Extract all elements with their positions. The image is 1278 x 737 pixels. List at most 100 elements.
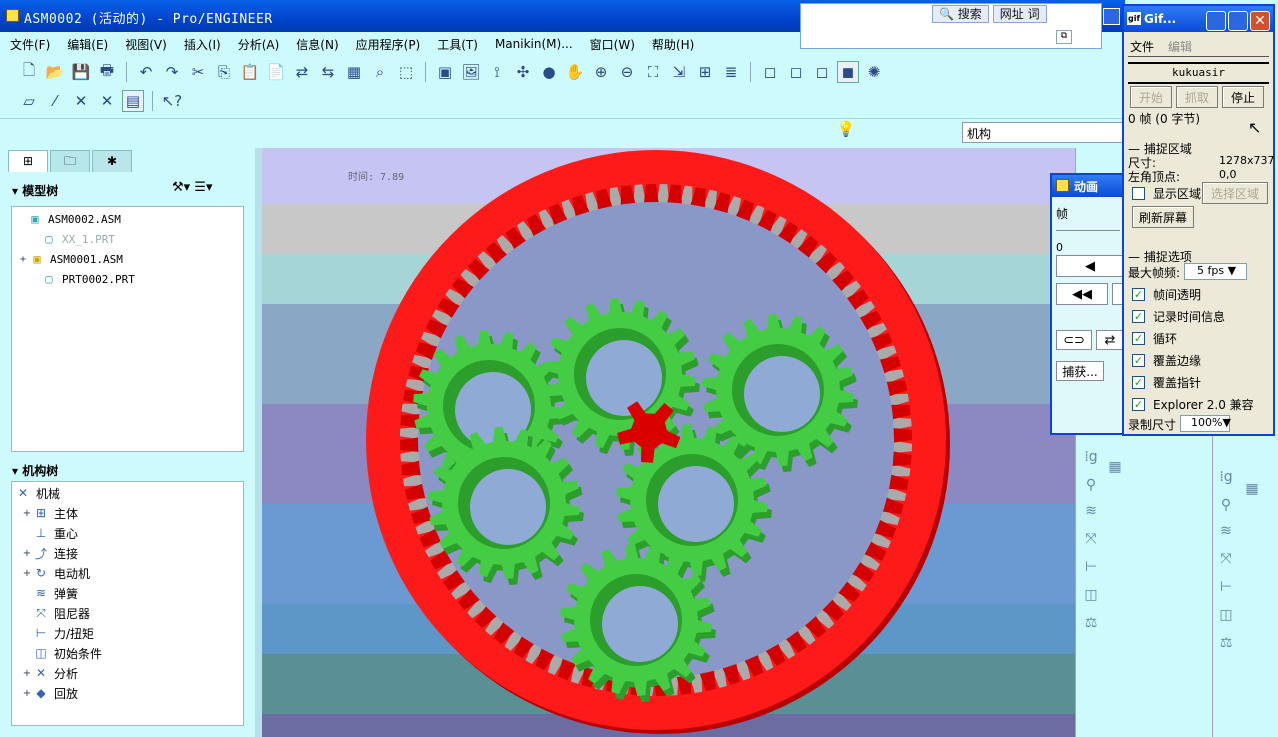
loop-button[interactable]: ⊂⊃ bbox=[1056, 330, 1092, 350]
capture-button[interactable]: 捕获... bbox=[1056, 361, 1104, 381]
print-icon[interactable]: 🖶 bbox=[96, 61, 118, 83]
spin-center-icon[interactable]: ✺ bbox=[863, 61, 885, 83]
maximize-button[interactable] bbox=[1228, 11, 1248, 31]
gif-menu-file[interactable]: 文件 bbox=[1130, 38, 1154, 55]
option-checkbox[interactable]: ✓ 记录时间信息 bbox=[1132, 308, 1225, 324]
select-area-button[interactable]: 选择区域 bbox=[1202, 182, 1268, 204]
grab-button[interactable]: 抓取 bbox=[1176, 86, 1218, 108]
select-box-icon[interactable]: ⬚ bbox=[395, 61, 417, 83]
tree-settings-icon[interactable]: ⚒▾ ☰▾ bbox=[172, 180, 213, 195]
sphere-icon[interactable]: ● bbox=[538, 61, 560, 83]
address-tab[interactable]: 网址 词 bbox=[992, 5, 1047, 23]
close-button[interactable]: ✕ bbox=[1250, 11, 1270, 31]
menu-item-4[interactable]: 分析(A) bbox=[238, 36, 280, 53]
mech-tree-item[interactable]: + ◆ 回放 bbox=[22, 683, 78, 703]
stop-button[interactable]: 停止 bbox=[1222, 86, 1264, 108]
force-icon[interactable]: ⊢ bbox=[1080, 556, 1102, 578]
refit-icon[interactable]: ⛶ bbox=[642, 61, 664, 83]
menu-item-10[interactable]: 帮助(H) bbox=[652, 36, 694, 53]
expand-toggle[interactable]: + bbox=[22, 548, 32, 559]
fast-rewind-button[interactable]: ◀◀ bbox=[1056, 283, 1108, 305]
menu-item-8[interactable]: Manikin(M)... bbox=[495, 37, 573, 51]
frame-slider[interactable] bbox=[1056, 225, 1120, 231]
spring-icon[interactable]: ≋ bbox=[1080, 500, 1102, 522]
zoom-out-icon[interactable]: ⊖ bbox=[616, 61, 638, 83]
grid-icon[interactable]: ▦ bbox=[1104, 456, 1126, 478]
cut-icon[interactable]: ✂ bbox=[187, 61, 209, 83]
new-file-icon[interactable]: 🗋 bbox=[18, 61, 40, 83]
model-tree-item[interactable]: ▣ ASM0002.ASM bbox=[16, 209, 120, 229]
max-fps-select[interactable]: 5 fps ▼ bbox=[1184, 263, 1247, 280]
gif-menu-edit[interactable]: 编辑 bbox=[1168, 38, 1192, 55]
lightbulb-icon[interactable]: 💡 bbox=[836, 120, 856, 144]
initial-condition-icon[interactable]: ◫ bbox=[1080, 584, 1102, 606]
menu-item-1[interactable]: 编辑(E) bbox=[67, 36, 108, 53]
open-folder-icon[interactable]: 📂 bbox=[44, 61, 66, 83]
menu-item-5[interactable]: 信息(N) bbox=[296, 36, 338, 53]
tab-model-tree[interactable]: ⊞ bbox=[8, 150, 48, 172]
model-player-icon[interactable]: ▦ bbox=[343, 61, 365, 83]
layers-stack-icon[interactable]: ≣ bbox=[720, 61, 742, 83]
menu-item-3[interactable]: 插入(I) bbox=[184, 36, 221, 53]
model-tree-item[interactable]: ▢ PRT0002.PRT bbox=[30, 269, 134, 289]
save-icon[interactable]: 💾 bbox=[70, 61, 92, 83]
tab-folder-browser[interactable]: 🗀 bbox=[50, 150, 90, 172]
play-backward-button[interactable]: ◀ bbox=[1056, 255, 1124, 277]
option-checkbox[interactable]: ✓ 循环 bbox=[1132, 330, 1177, 346]
zoom-in-icon[interactable]: ⊕ bbox=[590, 61, 612, 83]
expand-toggle[interactable]: + bbox=[22, 508, 32, 519]
tab-favorites[interactable]: ✱ bbox=[92, 150, 132, 172]
start-button[interactable]: 开始 bbox=[1130, 86, 1172, 108]
menu-item-7[interactable]: 工具(T) bbox=[437, 36, 478, 53]
damper-icon[interactable]: ⤧ bbox=[1080, 528, 1102, 550]
menu-item-0[interactable]: 文件(F) bbox=[10, 36, 50, 53]
pane-splitter[interactable] bbox=[255, 148, 262, 737]
paste-icon[interactable]: 📋 bbox=[239, 61, 261, 83]
no-hidden-icon[interactable]: ◻ bbox=[811, 61, 833, 83]
menu-item-2[interactable]: 视图(V) bbox=[125, 36, 167, 53]
menu-item-9[interactable]: 窗口(W) bbox=[590, 36, 635, 53]
wireframe-icon[interactable]: ◻ bbox=[759, 61, 781, 83]
datum-icon[interactable]: ⟟ bbox=[486, 61, 508, 83]
copy-icon[interactable]: ⎘ bbox=[213, 61, 235, 83]
datum-point-icon[interactable]: ✕ bbox=[70, 90, 92, 112]
pan-hand-icon[interactable]: ✋ bbox=[564, 61, 586, 83]
appearance-icon[interactable]: ✣ bbox=[512, 61, 534, 83]
option-checkbox[interactable]: ✓ 帧间透明 bbox=[1132, 286, 1201, 302]
shading-icon[interactable]: ◼ bbox=[837, 61, 859, 83]
minimize-button[interactable] bbox=[1206, 11, 1226, 31]
annotation-icon[interactable]: ▤ bbox=[122, 90, 144, 112]
mech-tree-item[interactable]: ◫ 初始条件 bbox=[22, 643, 102, 663]
refresh-screen-button[interactable]: 刷新屏幕 bbox=[1132, 206, 1194, 228]
datum-axis-icon[interactable]: ⁄ bbox=[44, 90, 66, 112]
view-manager-icon[interactable]: 🖼 bbox=[460, 61, 482, 83]
menu-item-6[interactable]: 应用程序(P) bbox=[356, 36, 421, 53]
gravity-icon[interactable]: ⁞g bbox=[1080, 446, 1102, 468]
option-checkbox[interactable]: ✓ Explorer 2.0 兼容 bbox=[1132, 396, 1254, 412]
reverse-button[interactable]: ⇄ bbox=[1096, 330, 1124, 350]
mech-tree-item[interactable]: ≋ 弹簧 bbox=[22, 583, 78, 603]
spring-icon[interactable]: ≋ bbox=[1215, 520, 1237, 542]
motor-icon[interactable]: ⚲ bbox=[1080, 474, 1102, 496]
grid-icon[interactable]: ▦ bbox=[1241, 478, 1263, 500]
initial-condition-icon[interactable]: ◫ bbox=[1215, 604, 1237, 626]
graphics-viewport[interactable]: 时间: 7.89 bbox=[262, 148, 1075, 737]
regenerate-manager-icon[interactable]: ⇆ bbox=[317, 61, 339, 83]
restore-button[interactable] bbox=[1103, 8, 1120, 25]
expand-toggle[interactable]: + bbox=[22, 668, 32, 679]
undo-icon[interactable]: ↶ bbox=[135, 61, 157, 83]
model-tree-item[interactable]: ▢ XX_1.PRT bbox=[30, 229, 115, 249]
damper-icon[interactable]: ⤧ bbox=[1215, 548, 1237, 570]
option-checkbox[interactable]: ✓ 覆盖指针 bbox=[1132, 374, 1201, 390]
mech-tree-item[interactable]: + ⊞ 主体 bbox=[22, 503, 78, 523]
model-tree-item[interactable]: + ▣ ASM0001.ASM bbox=[18, 249, 123, 269]
mech-tree-item[interactable]: + ⤴ 连接 bbox=[22, 543, 78, 563]
show-area-checkbox[interactable]: 显示区域 bbox=[1132, 185, 1201, 201]
expand-toggle[interactable]: + bbox=[22, 688, 32, 699]
redo-icon[interactable]: ↷ bbox=[161, 61, 183, 83]
mass-icon[interactable]: ⚖ bbox=[1215, 632, 1237, 654]
mech-tree-heading[interactable]: ▾ 机构树 bbox=[12, 462, 58, 479]
mech-tree-root[interactable]: ✕ 机械 bbox=[16, 483, 60, 503]
coordinate-system-icon[interactable]: ✕ bbox=[96, 90, 118, 112]
mech-tree-item[interactable]: ⊢ 力/扭矩 bbox=[22, 623, 94, 643]
